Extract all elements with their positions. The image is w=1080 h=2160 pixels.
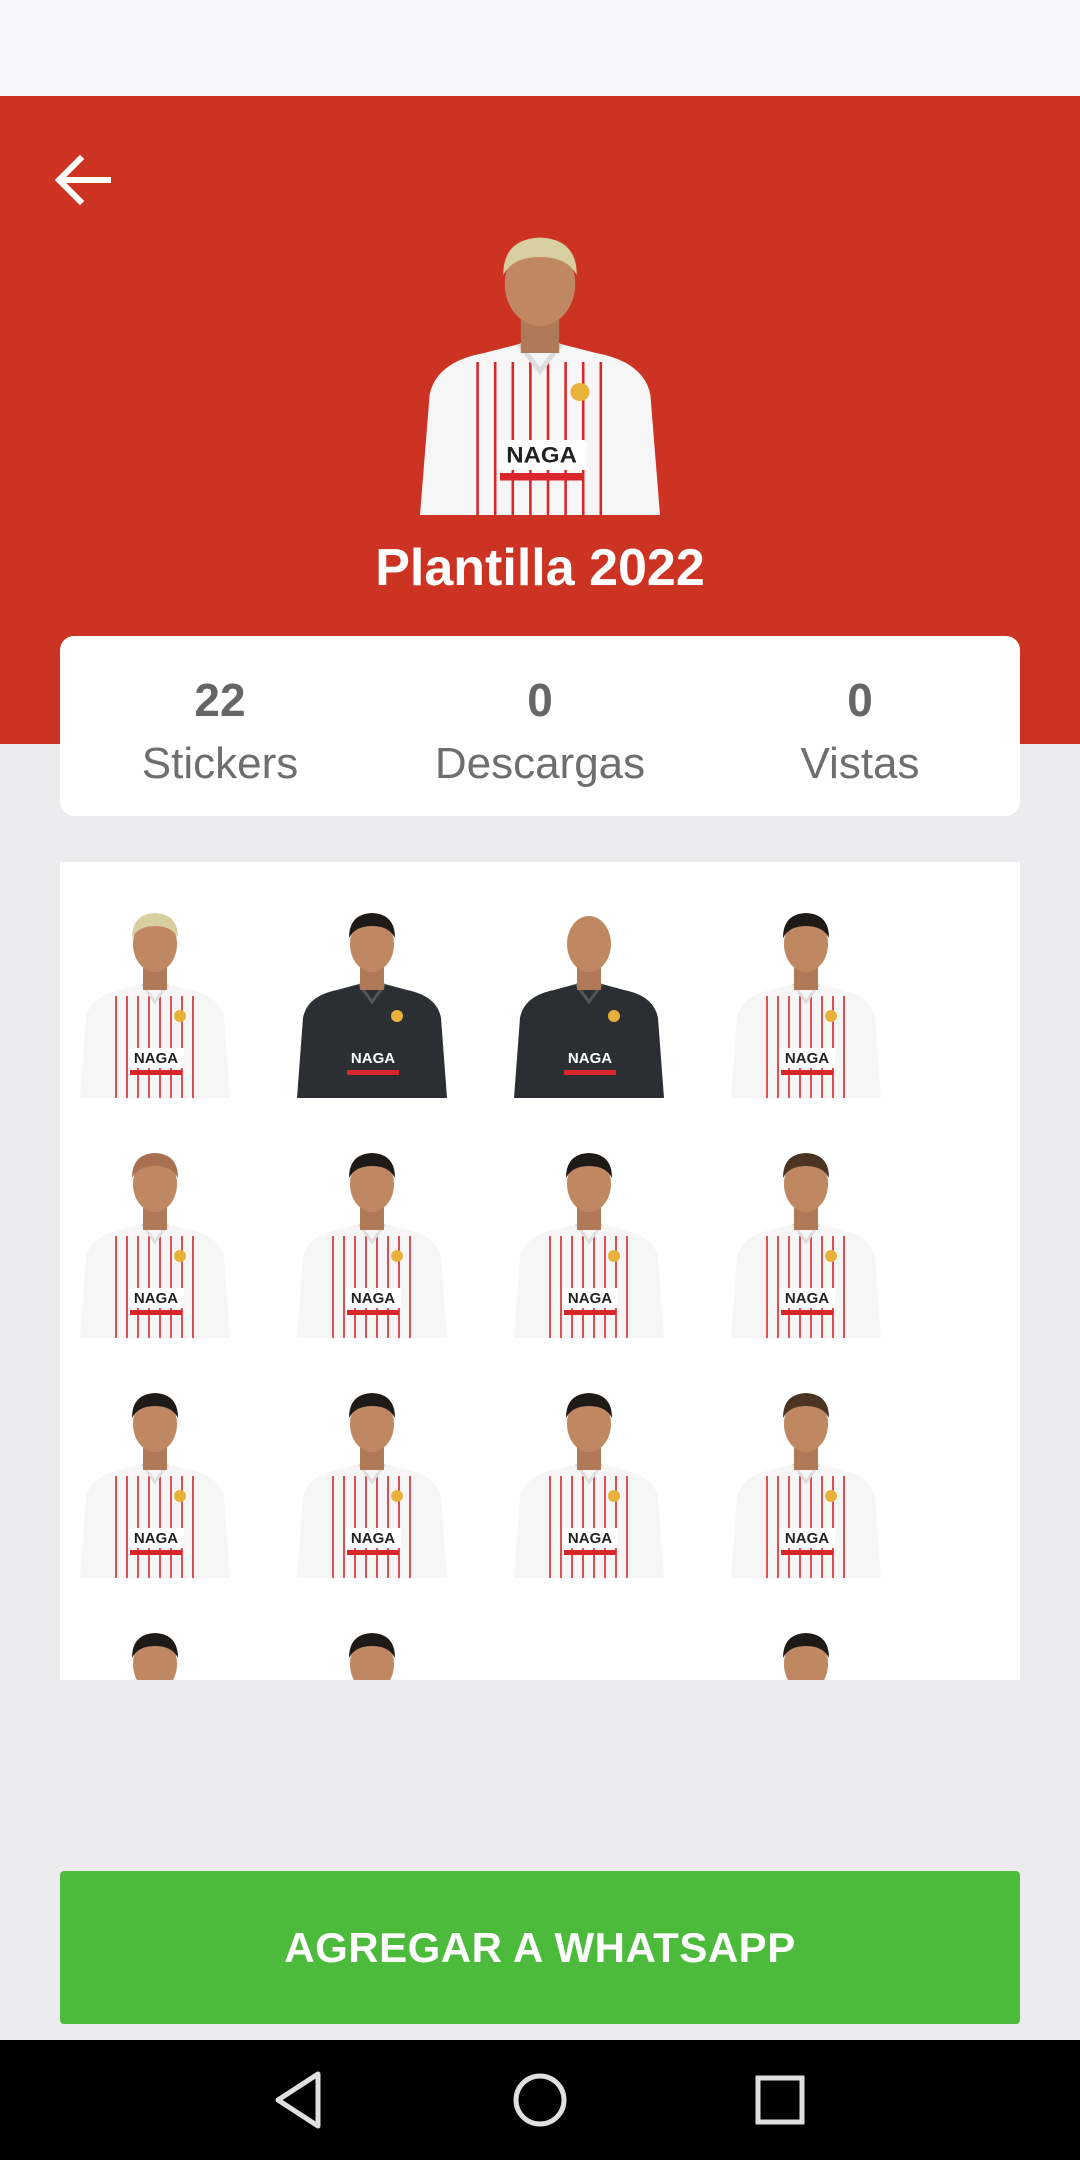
pack-title: Plantilla 2022 [375,539,705,597]
svg-text:NAGA: NAGA [134,1050,178,1067]
stat-stickers: 22 Stickers [60,636,380,816]
triangle-back-icon [275,2071,321,2129]
svg-text:NAGA: NAGA [568,1530,612,1547]
svg-text:NAGA: NAGA [785,1290,829,1307]
arrow-left-icon [54,154,111,206]
svg-text:NAGA: NAGA [134,1530,178,1547]
sticker-item[interactable]: NAGA [731,898,881,1098]
sticker-item[interactable]: NAGA [514,1138,664,1338]
sticker-item[interactable]: NAGA [80,1378,230,1578]
stat-views: 0 Vistas [700,636,1020,816]
sticker-item[interactable]: NAGA [731,1138,881,1338]
nav-back-button[interactable] [260,2060,340,2140]
stat-label: Descargas [434,739,646,788]
stat-label: Stickers [141,739,299,788]
sticker-item[interactable]: NAGA [514,1378,664,1578]
sticker-item[interactable]: NAGA [80,1618,230,1680]
nav-recents-button[interactable] [740,2060,820,2140]
nav-home-button[interactable] [500,2060,580,2140]
player-portrait: NAGA [420,237,660,515]
sticker-item[interactable]: NAGA [514,898,664,1098]
stat-downloads: 0 Descargas [380,636,700,816]
stat-value: 0 [847,674,873,726]
sticker-item[interactable]: NAGA [297,898,447,1098]
sticker-item[interactable]: NAGA [297,1378,447,1578]
circle-home-icon [513,2073,567,2127]
stat-label: Vistas [800,739,920,788]
sticker-item[interactable]: NAGA [297,1618,447,1680]
stats-card: 22 Stickers 0 Descargas 0 Vistas [60,636,1020,816]
sticker-item[interactable] [514,1618,664,1680]
stat-value: 22 [194,674,246,726]
svg-text:NAGA: NAGA [506,442,577,467]
stat-value: 0 [527,674,553,726]
svg-text:NAGA: NAGA [351,1530,395,1547]
svg-text:NAGA: NAGA [785,1050,829,1067]
svg-text:NAGA: NAGA [568,1050,612,1067]
sticker-item[interactable]: NAGA [80,1138,230,1338]
add-to-whatsapp-button[interactable]: AGREGAR A WHATSAPP [60,1871,1020,2024]
square-recents-icon [755,2075,805,2125]
svg-text:NAGA: NAGA [134,1290,178,1307]
status-bar [0,0,1080,96]
system-nav-bar [0,2040,1080,2160]
back-button[interactable] [50,150,118,210]
svg-text:NAGA: NAGA [351,1050,395,1067]
pack-cover-image: NAGA [420,215,660,515]
sticker-grid[interactable]: NAGA NAGA NAGA NAGA NAGA NAGA NAGA NAGA … [60,862,1020,1680]
svg-text:NAGA: NAGA [568,1290,612,1307]
svg-text:NAGA: NAGA [351,1290,395,1307]
sticker-item[interactable]: NAGA [80,898,230,1098]
sticker-item[interactable]: NAGA [297,1138,447,1338]
sticker-item[interactable]: NAGA [731,1618,881,1680]
svg-text:NAGA: NAGA [785,1530,829,1547]
sticker-item[interactable]: NAGA [731,1378,881,1578]
